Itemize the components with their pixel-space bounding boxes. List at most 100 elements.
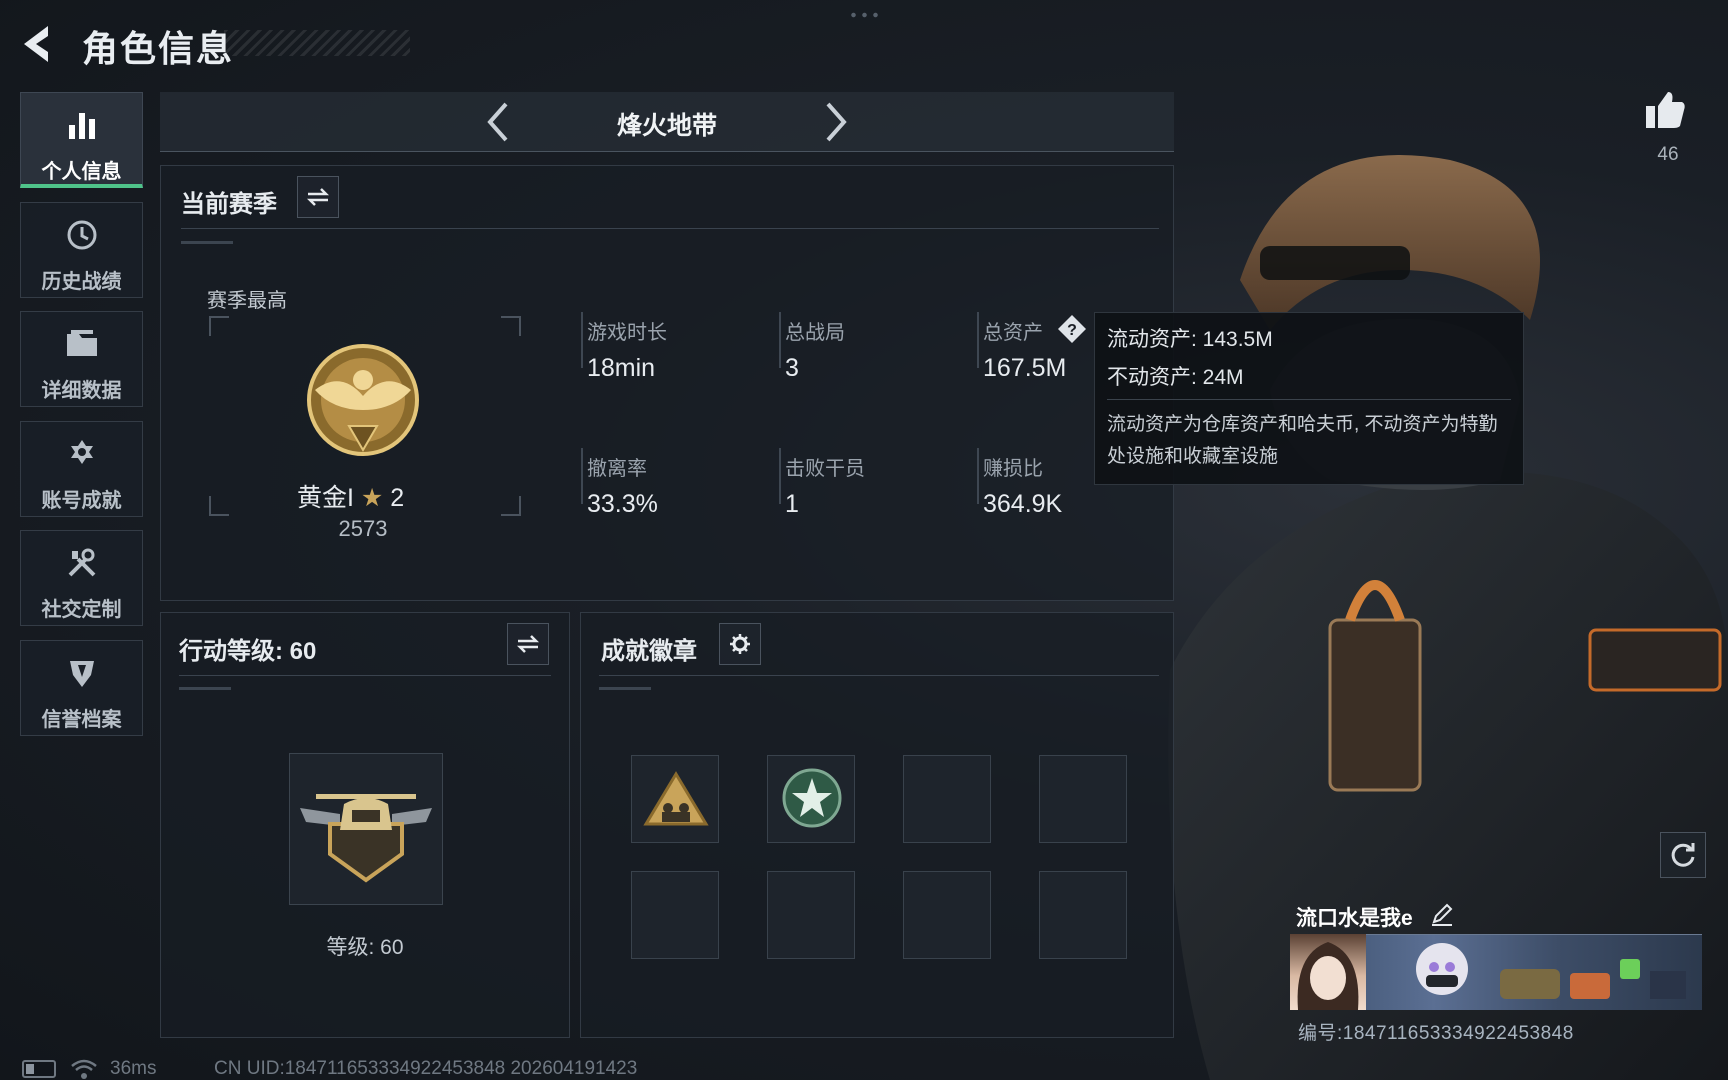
badge-slot-empty[interactable] (631, 871, 719, 959)
stat-label-profit-ratio: 赚损比 (983, 458, 1043, 480)
switch-level-button[interactable] (507, 623, 549, 665)
divider-tick (599, 687, 651, 690)
badge-slot[interactable] (631, 755, 719, 843)
triangle-squad-badge-icon (643, 771, 709, 826)
stat-label-total-matches: 总战局 (785, 322, 845, 344)
like-count: 46 (1657, 144, 1679, 165)
stat-label-total-assets: 总资产 (983, 322, 1043, 344)
season-best-label: 赛季最高 (207, 290, 287, 312)
title-decoration (224, 30, 410, 56)
folder-icon (66, 330, 97, 356)
rank-name: 黄金I (297, 484, 354, 512)
level-emblem-frame (289, 753, 443, 905)
pull-handle (848, 12, 882, 18)
rank-stars: 2 (390, 484, 405, 512)
green-star-badge-icon (782, 768, 842, 828)
stat-divider (977, 312, 979, 368)
chevron-right-icon[interactable] (820, 100, 852, 144)
stat-label-playtime: 游戏时长 (587, 322, 667, 344)
mode-title: 烽火地带 (616, 112, 717, 140)
helicopter-emblem-icon (300, 794, 432, 883)
frame-corner (209, 496, 229, 516)
mode-selector: 烽火地带 (160, 92, 1174, 152)
stat-label-extract-rate: 撤离率 (587, 458, 647, 480)
sidebar-item-personal-info[interactable]: 个人信息 (20, 92, 143, 188)
swap-arrows-icon (516, 635, 540, 653)
sidebar-item-label: 个人信息 (41, 161, 122, 183)
stat-value-operators-defeated: 1 (785, 490, 799, 518)
rank-star-icon: ★ (360, 484, 384, 512)
tooltip-description: 流动资产为仓库资产和哈夫币, 不动资产为特勤处设施和收藏室设施 (1107, 414, 1498, 467)
sidebar-item-label: 信誉档案 (41, 709, 122, 731)
gold-rank-emblem-icon (307, 344, 419, 456)
history-clock-icon (67, 220, 96, 250)
battery-icon (22, 1060, 56, 1078)
bar-chart-icon (68, 113, 95, 139)
chibi-character-icon (1416, 943, 1468, 995)
stat-value-playtime: 18min (587, 354, 656, 382)
stat-value-extract-rate: 33.3% (587, 490, 658, 518)
thumbs-up-icon[interactable] (1644, 88, 1688, 132)
sidebar-item-label: 详细数据 (41, 380, 122, 402)
edit-pencil-icon[interactable] (1430, 902, 1454, 926)
shield-icon (69, 661, 94, 687)
rotate-model-button[interactable] (1660, 832, 1706, 878)
action-level-panel: 行动等级: 60 等级: 60 (160, 612, 570, 1038)
player-avatar[interactable] (1290, 934, 1366, 1010)
sidebar-item-label: 历史战绩 (41, 271, 122, 293)
banner-decoration-icon (1500, 959, 1686, 999)
season-title: 当前赛季 (181, 191, 277, 218)
assets-tooltip: 流动资产: 143.5M 不动资产: 24M 流动资产为仓库资产和哈夫币, 不动… (1094, 312, 1524, 485)
medal-icon (70, 440, 93, 464)
swap-arrows-icon (306, 188, 330, 206)
stat-value-total-matches: 3 (785, 354, 799, 382)
sidebar-item-achievements[interactable]: 账号成就 (20, 421, 143, 517)
stat-divider (779, 312, 781, 368)
badge-slot-empty[interactable] (903, 755, 991, 843)
badges-panel: 成就徽章 (580, 612, 1174, 1038)
stat-divider (581, 448, 583, 504)
gear-icon (730, 634, 750, 654)
assets-help-icon[interactable]: ? (1057, 314, 1087, 344)
sidebar-item-social[interactable]: 社交定制 (20, 530, 143, 626)
player-name: 流口水是我e (1296, 907, 1413, 930)
tooltip-liquid-assets: 流动资产: 143.5M (1107, 328, 1273, 351)
badge-slot-empty[interactable] (1039, 871, 1127, 959)
page-title: 角色信息 (82, 28, 235, 69)
badge-slot-empty[interactable] (767, 871, 855, 959)
frame-corner (209, 316, 229, 336)
sidebar-item-detailed-data[interactable]: 详细数据 (20, 311, 143, 407)
stat-value-profit-ratio: 364.9K (983, 490, 1063, 518)
tools-icon (68, 548, 95, 577)
season-panel: 当前赛季 赛季最高 黄金I ★ 2 2573 游戏时长 18min 总战局 3 … (160, 165, 1174, 601)
stat-label-operators-defeated: 击败干员 (785, 458, 865, 480)
sidebar-item-credit[interactable]: 信誉档案 (20, 640, 143, 736)
sidebar-item-history[interactable]: 历史战绩 (20, 202, 143, 298)
tooltip-divider (1107, 399, 1511, 400)
divider (599, 675, 1159, 676)
badge-settings-button[interactable] (719, 623, 761, 665)
avatar-face-icon (1297, 942, 1359, 1010)
svg-text:?: ? (1067, 322, 1077, 339)
badge-slot[interactable] (767, 755, 855, 843)
wifi-icon (71, 1059, 97, 1079)
badge-slot-empty[interactable] (903, 871, 991, 959)
divider-tick (181, 241, 233, 244)
frame-corner (501, 496, 521, 516)
uid-line: CN UID:18471165333492245384​8 2026041914… (214, 1058, 638, 1079)
stat-divider (581, 312, 583, 368)
stat-value-total-assets: 167.5M (983, 354, 1067, 382)
rank-score: 2573 (338, 516, 388, 541)
divider (179, 675, 551, 676)
action-level-title: 行动等级: 60 (179, 638, 317, 665)
frame-corner (501, 316, 521, 336)
badge-slot-empty[interactable] (1039, 755, 1127, 843)
stat-divider (779, 448, 781, 504)
divider (181, 228, 1159, 229)
sidebar-item-label: 账号成就 (41, 490, 122, 512)
switch-season-button[interactable] (297, 176, 339, 218)
stat-divider (977, 448, 979, 504)
divider-tick (179, 687, 231, 690)
ping-text: 36ms (110, 1058, 157, 1079)
back-arrow-icon[interactable] (18, 22, 58, 66)
